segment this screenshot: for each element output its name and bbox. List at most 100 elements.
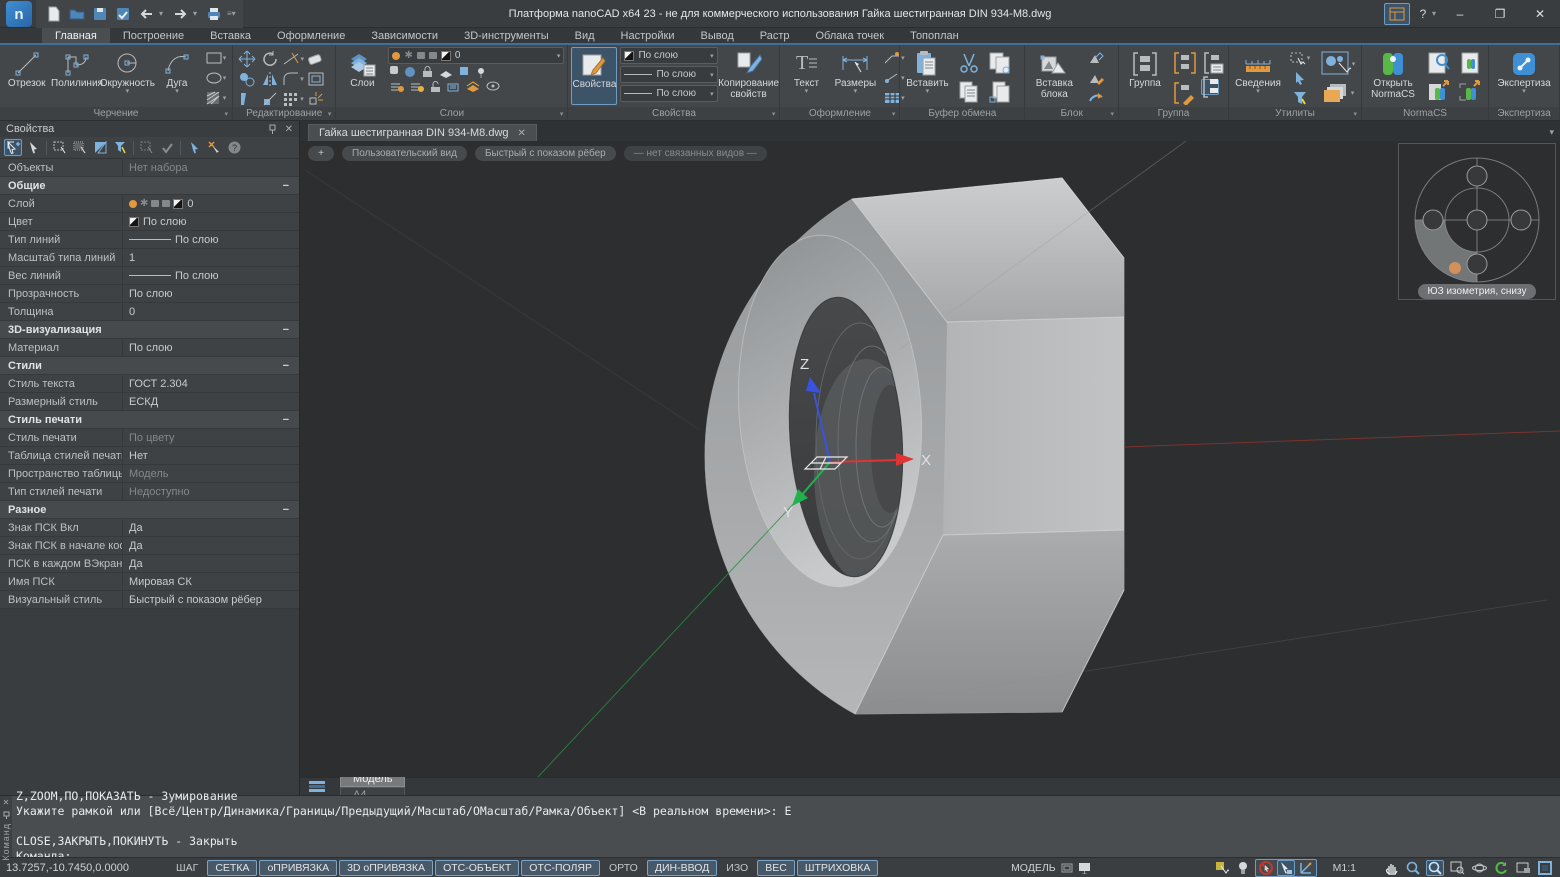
status-toggle[interactable]: ОТС-ПОЛЯР [521, 860, 600, 876]
rotate-icon[interactable] [259, 49, 281, 68]
property-value[interactable]: 0 [122, 303, 299, 320]
help-button[interactable]: ? [1414, 7, 1432, 21]
section-collapse-icon[interactable]: − [283, 357, 289, 374]
tab-list-arrow-icon[interactable]: ▾ [1549, 127, 1554, 138]
command-close-icon[interactable]: ✕ [3, 798, 10, 807]
save-all-icon[interactable] [113, 4, 133, 24]
group-button[interactable]: Группа [1122, 47, 1168, 105]
layer-off-icon[interactable] [390, 81, 404, 93]
group-dialog-arrow-icon[interactable]: ▾ [892, 110, 896, 118]
select-marquee-icon[interactable]: ▾ [1287, 49, 1313, 67]
ribbon-tab[interactable]: 3D-инструменты [451, 28, 562, 43]
cut-icon[interactable] [954, 49, 984, 77]
viewport-lock-icon[interactable] [1514, 860, 1532, 876]
ribbon-tab[interactable]: Главная [42, 28, 110, 43]
group-dialog-arrow-icon[interactable]: ▾ [560, 110, 564, 118]
move-icon[interactable] [236, 49, 258, 68]
group-list-icon[interactable] [1201, 49, 1229, 77]
array-icon[interactable]: ▾ [282, 89, 304, 108]
property-value[interactable]: Нет набора [122, 159, 299, 176]
status-toggle[interactable]: ОРТО [602, 861, 645, 875]
viewport-canvas[interactable]: + Пользовательский вид Быстрый с показом… [300, 141, 1560, 777]
combo-arrow-icon[interactable]: ▾ [710, 90, 714, 98]
layer-unlock-icon[interactable] [430, 81, 441, 93]
stretch-icon[interactable] [236, 89, 258, 108]
property-value[interactable]: ✱ 0 [122, 195, 299, 212]
append-selection-icon[interactable] [4, 139, 22, 156]
property-value[interactable]: По слою [122, 339, 299, 356]
group-dialog-arrow-icon[interactable]: ▾ [328, 110, 332, 118]
section-collapse-icon[interactable]: − [283, 321, 289, 338]
select-cursor-icon[interactable] [24, 139, 42, 156]
linetype-combo[interactable]: По слою▾ [620, 66, 717, 83]
quick-select-disabled-icon[interactable] [138, 139, 156, 156]
save-icon[interactable] [90, 4, 110, 24]
visual-style-button[interactable]: Быстрый с показом рёбер [475, 146, 616, 161]
group-dialog-arrow-icon[interactable]: ▾ [1111, 110, 1115, 118]
lineweight-combo[interactable]: По слою▾ [620, 85, 717, 102]
property-value[interactable]: Да [122, 555, 299, 572]
status-toggle[interactable]: ОТС-ОБЪЕКТ [435, 860, 519, 876]
status-toggle[interactable]: 3D оПРИВЯЗКА [339, 860, 433, 876]
circle-menu-icon[interactable]: ▾ [126, 89, 130, 95]
workspace-switch-icon[interactable] [1384, 3, 1410, 25]
status-toggle[interactable]: ИЗО [719, 861, 755, 875]
model-space-label[interactable]: МОДЕЛЬ [1011, 862, 1056, 874]
copy-docs-icon[interactable] [954, 78, 984, 106]
ribbon-tab[interactable]: Вставка [197, 28, 264, 43]
selection-cycling-icon[interactable] [1213, 860, 1231, 876]
paste-button[interactable]: Вставить ▾ [903, 47, 951, 105]
layer-merge-icon[interactable] [466, 81, 480, 93]
section-collapse-icon[interactable]: − [283, 177, 289, 194]
snap-disabled-icon[interactable] [1257, 860, 1275, 876]
property-value[interactable]: По слою [122, 267, 299, 284]
layer-freeze-all-icon[interactable] [404, 66, 416, 78]
group-dialog-arrow-icon[interactable]: ▾ [224, 110, 228, 118]
line-button[interactable]: Отрезок [3, 47, 50, 105]
selection-filter-icon[interactable] [1287, 89, 1313, 107]
redo-menu-icon[interactable]: ▾ [193, 9, 201, 18]
mirror-icon[interactable] [259, 69, 281, 88]
document-tab[interactable]: Гайка шестигранная DIN 934-M8.dwg ✕ [308, 124, 537, 141]
status-toggle[interactable]: ШТРИХОВКА [797, 860, 879, 876]
section-collapse-icon[interactable]: − [283, 501, 289, 518]
combo-arrow-icon[interactable]: ▾ [557, 52, 561, 60]
property-value[interactable]: Да [122, 519, 299, 536]
layer-plane-icon[interactable] [439, 66, 453, 78]
fillet-icon[interactable]: ▾ [282, 69, 304, 88]
viewport-plus-button[interactable]: + [308, 146, 334, 161]
status-toggle[interactable]: оПРИВЯЗКА [259, 860, 337, 876]
arc-button[interactable]: Дуга ▾ [154, 47, 200, 105]
group-manager-icon[interactable] [1201, 79, 1219, 95]
copy-icon[interactable] [236, 69, 258, 88]
explode-icon[interactable] [305, 89, 327, 108]
pick-point-icon[interactable] [185, 139, 203, 156]
zoom-all-icon[interactable] [1426, 860, 1444, 876]
layers-button[interactable]: Слои [339, 47, 385, 105]
ucs-toggle-icon[interactable] [1297, 860, 1315, 876]
properties-button[interactable]: Свойства [571, 47, 617, 105]
normacs-doc-icon[interactable] [1455, 49, 1485, 77]
nut-middle-face[interactable] [943, 317, 1124, 535]
status-toggle[interactable]: ВЕС [757, 860, 795, 876]
copy-base-icon[interactable] [985, 78, 1015, 106]
property-value[interactable]: По слою [122, 285, 299, 302]
crossing-select-icon[interactable] [71, 139, 89, 156]
normacs-search-doc-icon[interactable] [1424, 49, 1454, 77]
ribbon-tab[interactable]: Зависимости [358, 28, 451, 43]
property-value[interactable]: Мировая СК [122, 573, 299, 590]
group-dialog-arrow-icon[interactable]: ▾ [772, 110, 776, 118]
orbit-icon[interactable] [1470, 860, 1488, 876]
status-toggle[interactable]: ШАГ [169, 861, 205, 875]
inquiry-menu-icon[interactable]: ▾ [1256, 89, 1260, 95]
ribbon-tab[interactable]: Облака точек [803, 28, 898, 43]
text-button[interactable]: T Текст ▾ [783, 47, 829, 105]
scale-icon[interactable] [259, 89, 281, 108]
property-value[interactable]: Модель [122, 465, 299, 482]
pin-icon[interactable] [268, 124, 277, 135]
pan-icon[interactable] [1382, 860, 1400, 876]
annotation-scale-icon[interactable] [1078, 862, 1091, 874]
ribbon-tab[interactable]: Вид [562, 28, 608, 43]
group-dialog-arrow-icon[interactable]: ▾ [1354, 110, 1358, 118]
tab-close-icon[interactable]: ✕ [518, 128, 526, 139]
